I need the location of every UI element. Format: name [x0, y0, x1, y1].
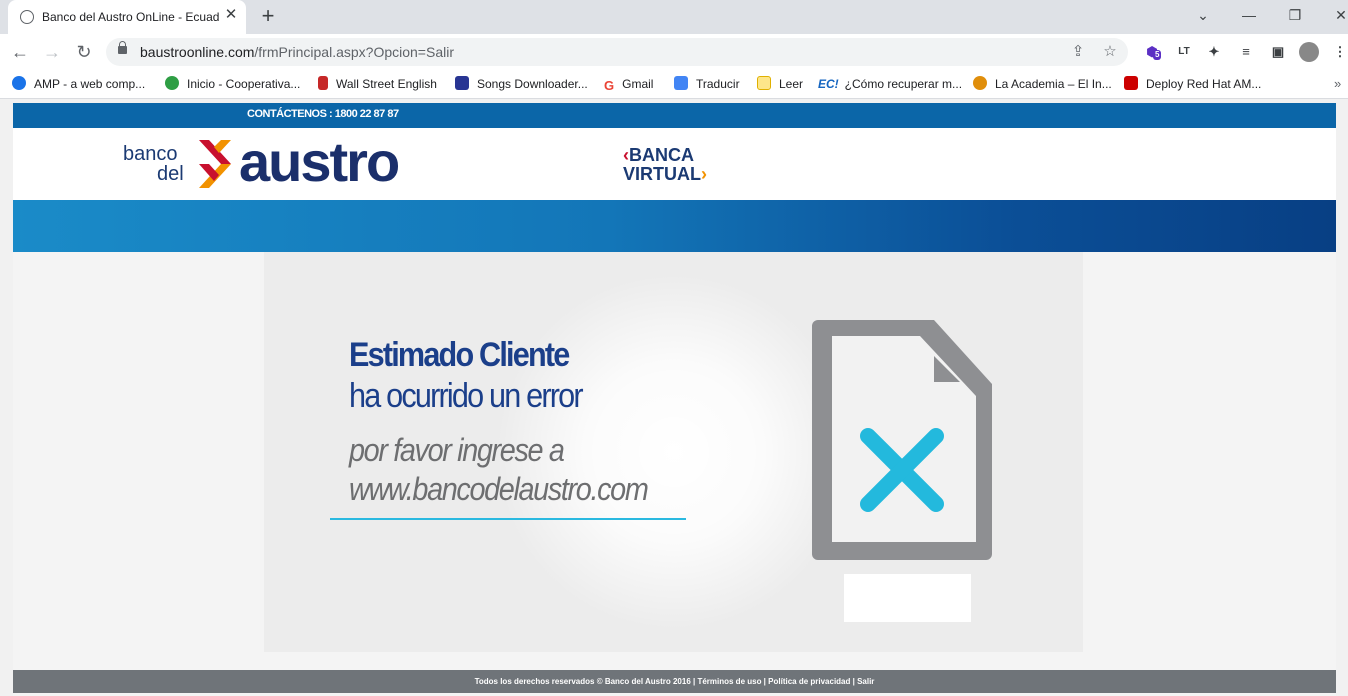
- reload-icon[interactable]: ↻: [73, 41, 95, 63]
- contact-text: CONTÁCTENOS : 1800 22 87 87: [247, 108, 399, 120]
- logo-del-text: del: [157, 163, 184, 185]
- profile-avatar[interactable]: [1299, 42, 1319, 62]
- google-icon: G: [604, 78, 615, 93]
- media-control-icon[interactable]: ≡: [1236, 42, 1256, 62]
- folder-icon: [757, 76, 771, 90]
- site-footer: Todos los derechos reservados © Banco de…: [13, 670, 1336, 693]
- browser-tab[interactable]: Banco del Austro OnLine - Ecuad ✕: [8, 0, 246, 34]
- logo-banco-text: banco: [123, 143, 178, 165]
- redhat-icon: [1124, 76, 1138, 90]
- error-panel: Estimado Cliente ha ocurrido un error po…: [264, 252, 1083, 652]
- ec-icon: EC!: [818, 77, 839, 91]
- site-header: banco del austro ‹BANCA VIRTUAL›: [13, 128, 1336, 200]
- austro-x-mark-icon: [199, 140, 231, 188]
- bookmark-la-academia[interactable]: La Academia – El In...: [973, 76, 1112, 92]
- share-icon[interactable]: ⇪: [1068, 42, 1088, 62]
- extension-badge: 5: [1153, 50, 1162, 60]
- bookmark-amp[interactable]: AMP - a web comp...: [12, 76, 145, 92]
- bookmark-songs-downloader[interactable]: Songs Downloader...: [455, 76, 588, 92]
- close-tab-icon[interactable]: ✕: [223, 7, 239, 23]
- forward-icon[interactable]: →: [41, 41, 63, 63]
- tab-search-icon[interactable]: ⌄: [1188, 5, 1218, 25]
- menu-kebab-icon[interactable]: ⋮: [1330, 42, 1348, 62]
- restore-icon[interactable]: ❐: [1280, 5, 1310, 25]
- tab-title: Banco del Austro OnLine - Ecuad: [42, 10, 220, 24]
- chevron-right-icon: ›: [701, 164, 707, 184]
- logo-austro-text: austro: [239, 130, 400, 193]
- top-contact-bar: CONTÁCTENOS : 1800 22 87 87: [13, 103, 1336, 128]
- back-icon[interactable]: ←: [9, 41, 31, 63]
- coop-icon: [165, 76, 179, 90]
- bookmark-leer[interactable]: Leer: [757, 76, 803, 92]
- new-tab-button[interactable]: +: [257, 5, 279, 27]
- puzzle-extensions-icon[interactable]: ✦: [1204, 42, 1224, 62]
- document-error-icon: [812, 320, 992, 560]
- web-page: CONTÁCTENOS : 1800 22 87 87 banco del au…: [13, 103, 1336, 696]
- cyan-underline: [330, 518, 686, 520]
- error-website-link[interactable]: www.bancodelaustro.com: [349, 471, 649, 508]
- bookmark-wall-street-english[interactable]: Wall Street English: [318, 76, 437, 92]
- globe-icon: [20, 10, 34, 24]
- browser-toolbar: ← → ↻ baustroonline.com/frmPrincipal.asp…: [0, 34, 1348, 70]
- wse-icon: [318, 76, 328, 90]
- lock-icon[interactable]: [118, 41, 127, 54]
- bookmarks-bar: AMP - a web comp... Inicio - Cooperativa…: [0, 70, 1348, 99]
- address-bar[interactable]: baustroonline.com/frmPrincipal.aspx?Opci…: [106, 38, 1128, 66]
- bookmark-traducir[interactable]: Traducir: [674, 76, 740, 92]
- bookmark-star-icon[interactable]: ☆: [1100, 42, 1120, 62]
- banca-text: BANCA: [629, 145, 694, 165]
- close-window-icon[interactable]: ✕: [1326, 5, 1348, 25]
- more-bookmarks-icon[interactable]: »: [1334, 76, 1341, 91]
- url-text[interactable]: baustroonline.com/frmPrincipal.aspx?Opci…: [140, 44, 454, 60]
- bookmark-gmail[interactable]: G Gmail: [604, 76, 653, 93]
- tab-strip: Banco del Austro OnLine - Ecuad ✕ + ⌄ — …: [0, 0, 1348, 34]
- academia-icon: [973, 76, 987, 90]
- bookmark-recuperar[interactable]: EC! ¿Cómo recuperar m...: [818, 76, 962, 92]
- amp-icon: [12, 76, 26, 90]
- virtual-text: VIRTUAL: [623, 164, 701, 184]
- bookmark-cooperativa[interactable]: Inicio - Cooperativa...: [165, 76, 300, 92]
- error-instruction: por favor ingrese a: [349, 432, 565, 468]
- minimize-icon[interactable]: —: [1234, 5, 1264, 25]
- error-heading: Estimado Cliente: [349, 336, 570, 374]
- banca-virtual-logo: ‹BANCA VIRTUAL›: [623, 146, 707, 184]
- translate-icon: [674, 76, 688, 90]
- error-subheading: ha ocurrido un error: [349, 377, 584, 415]
- languagetool-icon[interactable]: LT: [1174, 42, 1194, 62]
- extension-hexagon-icon[interactable]: ⬢ 5: [1142, 42, 1162, 62]
- songs-icon: [455, 76, 469, 90]
- bookmark-red-hat[interactable]: Deploy Red Hat AM...: [1124, 76, 1261, 92]
- blank-box: [844, 574, 971, 622]
- blue-banner: [13, 200, 1336, 252]
- footer-text[interactable]: Todos los derechos reservados © Banco de…: [475, 677, 875, 686]
- side-panel-icon[interactable]: ▣: [1268, 42, 1288, 62]
